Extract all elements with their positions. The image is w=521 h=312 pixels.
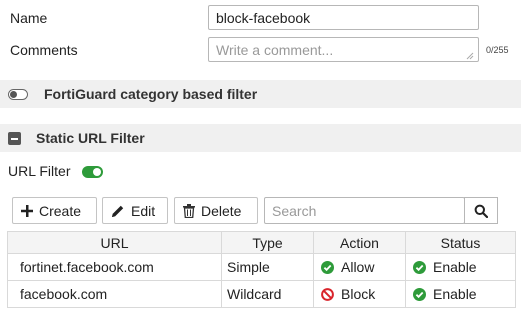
create-button-label: Create [39, 202, 82, 219]
name-label: Name [10, 10, 48, 26]
url-cell: facebook.com [7, 280, 222, 308]
action-cell: Block [313, 280, 406, 308]
search-input[interactable] [264, 197, 465, 224]
search-button[interactable] [464, 197, 498, 224]
status-value: Enable [433, 286, 477, 302]
edit-button-label: Edit [131, 202, 156, 219]
action-value: Block [341, 286, 376, 302]
url-filter-table: URL Type Action Status fortinet.facebook… [7, 231, 516, 308]
url-filter-label: URL Filter [8, 163, 71, 179]
delete-button-label: Delete [201, 202, 242, 219]
block-icon [321, 287, 334, 301]
comments-label: Comments [10, 42, 78, 58]
plus-icon [21, 204, 33, 217]
edit-button[interactable]: Edit [102, 197, 168, 224]
column-header-url[interactable]: URL [7, 231, 222, 254]
comment-char-counter: 0/255 [486, 45, 509, 55]
pencil-icon [111, 204, 125, 218]
table-row[interactable]: facebook.com Wildcard Block Enable [7, 280, 516, 308]
fortiguard-section-header: FortiGuard category based filter [0, 80, 521, 108]
check-circle-icon [413, 287, 426, 301]
trash-icon [183, 203, 195, 218]
status-cell: Enable [405, 253, 516, 281]
create-button[interactable]: Create [12, 197, 97, 224]
static-url-filter-section-header: Static URL Filter [0, 124, 521, 152]
action-cell: Allow [313, 253, 406, 281]
column-header-type[interactable]: Type [221, 231, 314, 254]
check-circle-icon [321, 260, 334, 274]
check-circle-icon [413, 260, 426, 274]
type-cell: Wildcard [221, 280, 314, 308]
column-header-action[interactable]: Action [313, 231, 406, 254]
search-icon [474, 204, 488, 218]
name-input[interactable] [208, 5, 479, 30]
delete-button[interactable]: Delete [174, 197, 258, 224]
url-cell: fortinet.facebook.com [7, 253, 222, 281]
table-row[interactable]: fortinet.facebook.com Simple Allow Enabl… [7, 253, 516, 281]
status-value: Enable [433, 259, 477, 275]
status-cell: Enable [405, 280, 516, 308]
column-header-status[interactable]: Status [405, 231, 516, 254]
type-cell: Simple [221, 253, 314, 281]
table-header-row: URL Type Action Status [7, 231, 516, 254]
action-value: Allow [341, 259, 375, 275]
fortiguard-label: FortiGuard category based filter [44, 86, 258, 102]
fortiguard-toggle[interactable] [8, 89, 28, 100]
comments-input[interactable] [208, 37, 479, 62]
static-url-filter-label: Static URL Filter [36, 130, 145, 146]
url-filter-toggle[interactable] [82, 166, 103, 178]
resize-handle-icon[interactable] [466, 52, 474, 60]
collapse-icon[interactable] [8, 132, 21, 145]
